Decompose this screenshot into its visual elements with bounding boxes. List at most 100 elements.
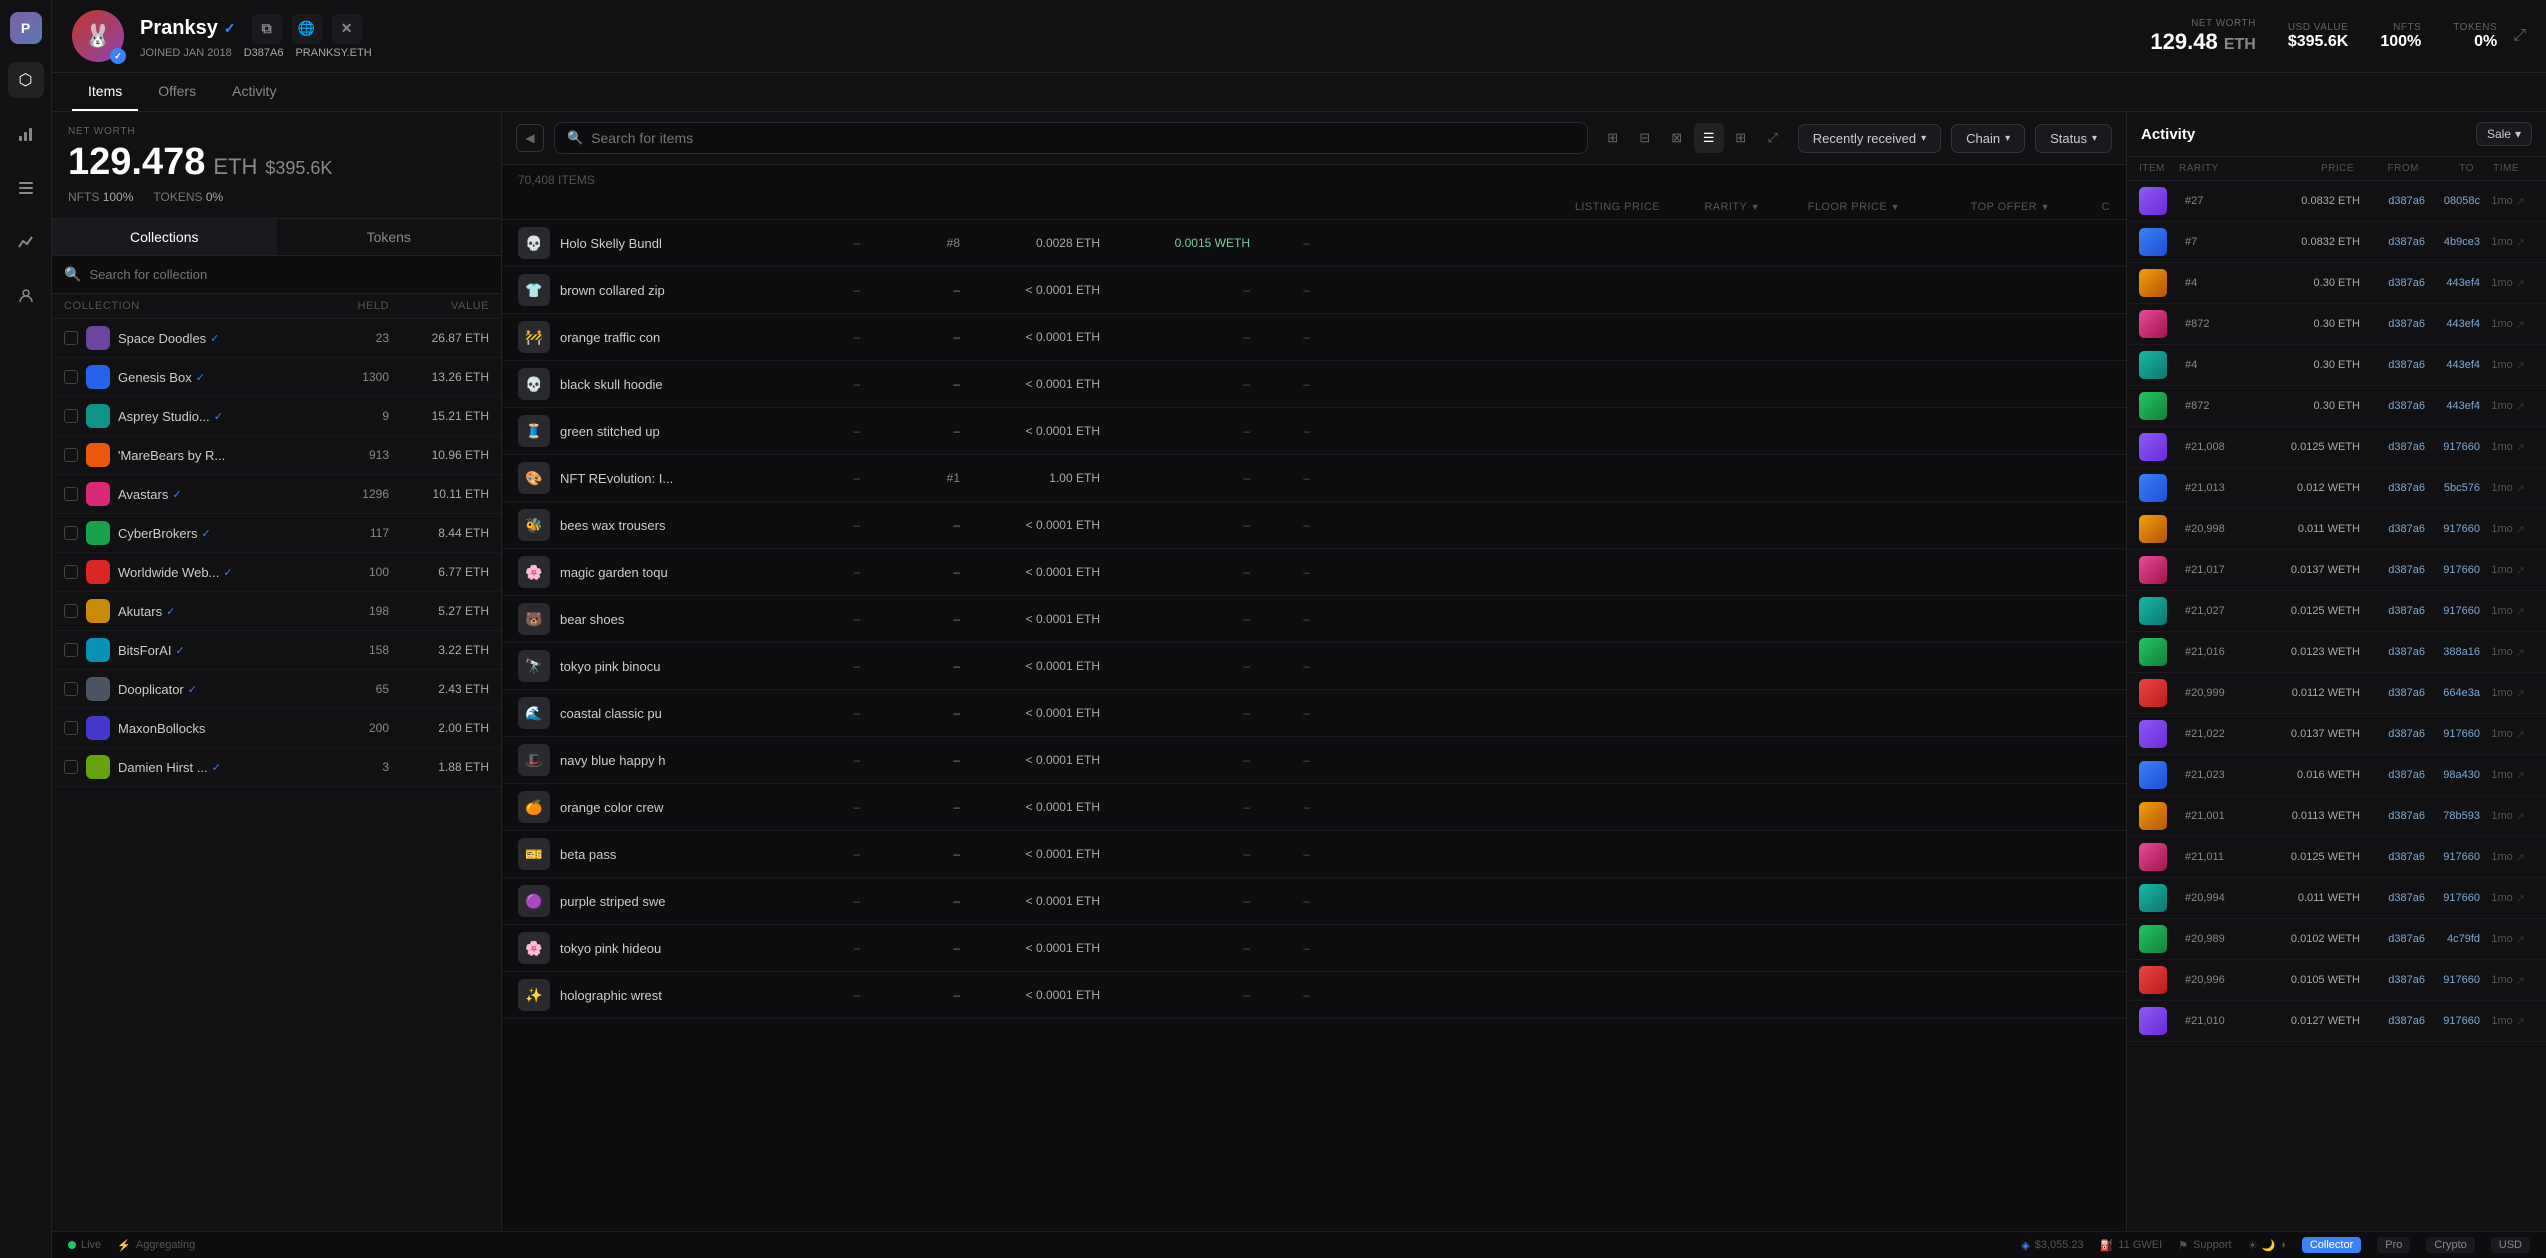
list-item[interactable]: CyberBrokers ✓ 117 8.44 ETH [52,514,501,553]
collection-checkbox[interactable] [64,526,78,540]
list-item[interactable]: Asprey Studio... ✓ 9 15.21 ETH [52,397,501,436]
collection-search-input[interactable] [89,267,489,282]
crypto-badge[interactable]: Crypto [2426,1237,2474,1253]
collapse-button[interactable]: ◀ [516,124,544,152]
list-item[interactable]: Dooplicator ✓ 65 2.43 ETH [52,670,501,709]
table-row[interactable]: #21,011 0.0125 WETH d387a6 917660 1mo ↗ [2127,837,2546,878]
support-link[interactable]: ⚑ Support [2178,1239,2231,1252]
table-row[interactable]: 🟣 purple striped swe – – < 0.0001 ETH – … [502,878,2126,925]
table-row[interactable]: #872 0.30 ETH d387a6 443ef4 1mo ↗ [2127,304,2546,345]
list-item[interactable]: Genesis Box ✓ 1300 13.26 ETH [52,358,501,397]
table-row[interactable]: #21,008 0.0125 WETH d387a6 917660 1mo ↗ [2127,427,2546,468]
list-item[interactable]: BitsForAI ✓ 158 3.22 ETH [52,631,501,670]
table-row[interactable]: #21,010 0.0127 WETH d387a6 917660 1mo ↗ [2127,1001,2546,1042]
recently-received-filter[interactable]: Recently received ▾ [1798,124,1941,153]
view-expand[interactable]: ⤢ [1758,123,1788,153]
list-item[interactable]: MaxonBollocks 200 2.00 ETH [52,709,501,748]
table-row[interactable]: #21,027 0.0125 WETH d387a6 917660 1mo ↗ [2127,591,2546,632]
sidebar-item-list[interactable] [8,170,44,206]
tab-items[interactable]: Items [72,73,138,111]
table-row[interactable]: #20,999 0.0112 WETH d387a6 664e3a 1mo ↗ [2127,673,2546,714]
collection-checkbox[interactable] [64,604,78,618]
table-row[interactable]: #21,023 0.016 WETH d387a6 98a430 1mo ↗ [2127,755,2546,796]
sidebar-item-chart[interactable] [8,116,44,152]
tab-tokens[interactable]: Tokens [277,219,502,255]
chain-filter[interactable]: Chain ▾ [1951,124,2025,153]
collection-checkbox[interactable] [64,370,78,384]
table-row[interactable]: #7 0.0832 ETH d387a6 4b9ce3 1mo ↗ [2127,222,2546,263]
activity-price: 0.0832 ETH [2250,236,2360,248]
list-item[interactable]: Avastars ✓ 1296 10.11 ETH [52,475,501,514]
status-filter[interactable]: Status ▾ [2035,124,2112,153]
tab-collections[interactable]: Collections [52,219,277,255]
table-row[interactable]: #21,001 0.0113 WETH d387a6 78b593 1mo ↗ [2127,796,2546,837]
usd-badge[interactable]: USD [2491,1237,2530,1253]
activity-from: d387a6 [2360,728,2425,740]
table-row[interactable]: 🌸 tokyo pink hideou – – < 0.0001 ETH – – [502,925,2126,972]
collection-checkbox[interactable] [64,643,78,657]
table-row[interactable]: 🧵 green stitched up – – < 0.0001 ETH – – [502,408,2126,455]
table-row[interactable]: 💀 Holo Skelly Bundl – #8 0.0028 ETH 0.00… [502,220,2126,267]
expand-button[interactable]: ⤢ [2513,27,2526,45]
table-row[interactable]: 🎫 beta pass – – < 0.0001 ETH – – [502,831,2126,878]
table-row[interactable]: 🌸 magic garden toqu – – < 0.0001 ETH – – [502,549,2126,596]
list-item[interactable]: 'MareBears by R... 913 10.96 ETH [52,436,501,475]
view-grid-medium[interactable]: ⊟ [1630,123,1660,153]
globe-button[interactable]: 🌐 [292,14,322,44]
list-item[interactable]: Worldwide Web... ✓ 100 6.77 ETH [52,553,501,592]
table-row[interactable]: 🍊 orange color crew – – < 0.0001 ETH – – [502,784,2126,831]
item-floor-price: < 0.0001 ETH [960,612,1100,626]
activity-to: 917660 [2425,974,2480,986]
table-row[interactable]: #4 0.30 ETH d387a6 443ef4 1mo ↗ [2127,263,2546,304]
collection-checkbox[interactable] [64,331,78,345]
tab-offers[interactable]: Offers [142,73,212,111]
table-row[interactable]: ✨ holographic wrest – – < 0.0001 ETH – – [502,972,2126,1019]
sidebar-item-analytics[interactable] [8,224,44,260]
twitter-button[interactable]: ✕ [332,14,362,44]
copy-button[interactable]: ⧉ [252,14,282,44]
table-row[interactable]: 🚧 orange traffic con – – < 0.0001 ETH – … [502,314,2126,361]
table-row[interactable]: #20,989 0.0102 WETH d387a6 4c79fd 1mo ↗ [2127,919,2546,960]
table-row[interactable]: #20,994 0.011 WETH d387a6 917660 1mo ↗ [2127,878,2546,919]
view-grid-small[interactable]: ⊞ [1598,123,1628,153]
items-search-input[interactable] [591,130,1575,146]
table-row[interactable]: 🌊 coastal classic pu – – < 0.0001 ETH – … [502,690,2126,737]
table-row[interactable]: #21,016 0.0123 WETH d387a6 388a16 1mo ↗ [2127,632,2546,673]
table-row[interactable]: #27 0.0832 ETH d387a6 08058c 1mo ↗ [2127,181,2546,222]
list-item[interactable]: Damien Hirst ... ✓ 3 1.88 ETH [52,748,501,787]
list-item[interactable]: Space Doodles ✓ 23 26.87 ETH [52,319,501,358]
sidebar-item-user[interactable] [8,278,44,314]
collection-checkbox[interactable] [64,682,78,696]
table-row[interactable]: #20,996 0.0105 WETH d387a6 917660 1mo ↗ [2127,960,2546,1001]
table-row[interactable]: #21,017 0.0137 WETH d387a6 917660 1mo ↗ [2127,550,2546,591]
table-row[interactable]: 👕 brown collared zip – – < 0.0001 ETH – … [502,267,2126,314]
sale-filter[interactable]: Sale ▾ [2476,122,2532,146]
arrow-icon: ↗ [2516,892,2525,905]
collection-checkbox[interactable] [64,409,78,423]
collector-badge[interactable]: Collector [2302,1237,2361,1253]
collection-checkbox[interactable] [64,565,78,579]
list-item[interactable]: Akutars ✓ 198 5.27 ETH [52,592,501,631]
view-grid-large[interactable]: ⊠ [1662,123,1692,153]
table-row[interactable]: #21,013 0.012 WETH d387a6 5bc576 1mo ↗ [2127,468,2546,509]
activity-to: 443ef4 [2425,318,2480,330]
collection-checkbox[interactable] [64,721,78,735]
sidebar-item-home[interactable]: ⬡ [8,62,44,98]
collection-checkbox[interactable] [64,487,78,501]
table-row[interactable]: 🎨 NFT REvolution: I... – #1 1.00 ETH – – [502,455,2126,502]
table-row[interactable]: 🐝 bees wax trousers – – < 0.0001 ETH – – [502,502,2126,549]
view-list[interactable]: ☰ [1694,123,1724,153]
table-row[interactable]: 🎩 navy blue happy h – – < 0.0001 ETH – – [502,737,2126,784]
table-row[interactable]: 🐻 bear shoes – – < 0.0001 ETH – – [502,596,2126,643]
table-row[interactable]: 🔭 tokyo pink binocu – – < 0.0001 ETH – – [502,643,2126,690]
collection-checkbox[interactable] [64,760,78,774]
table-row[interactable]: #872 0.30 ETH d387a6 443ef4 1mo ↗ [2127,386,2546,427]
tab-activity[interactable]: Activity [216,73,292,111]
table-row[interactable]: #21,022 0.0137 WETH d387a6 917660 1mo ↗ [2127,714,2546,755]
table-row[interactable]: 💀 black skull hoodie – – < 0.0001 ETH – … [502,361,2126,408]
pro-badge[interactable]: Pro [2377,1237,2410,1253]
table-row[interactable]: #20,998 0.011 WETH d387a6 917660 1mo ↗ [2127,509,2546,550]
table-row[interactable]: #4 0.30 ETH d387a6 443ef4 1mo ↗ [2127,345,2546,386]
collection-checkbox[interactable] [64,448,78,462]
view-table[interactable]: ⊞ [1726,123,1756,153]
